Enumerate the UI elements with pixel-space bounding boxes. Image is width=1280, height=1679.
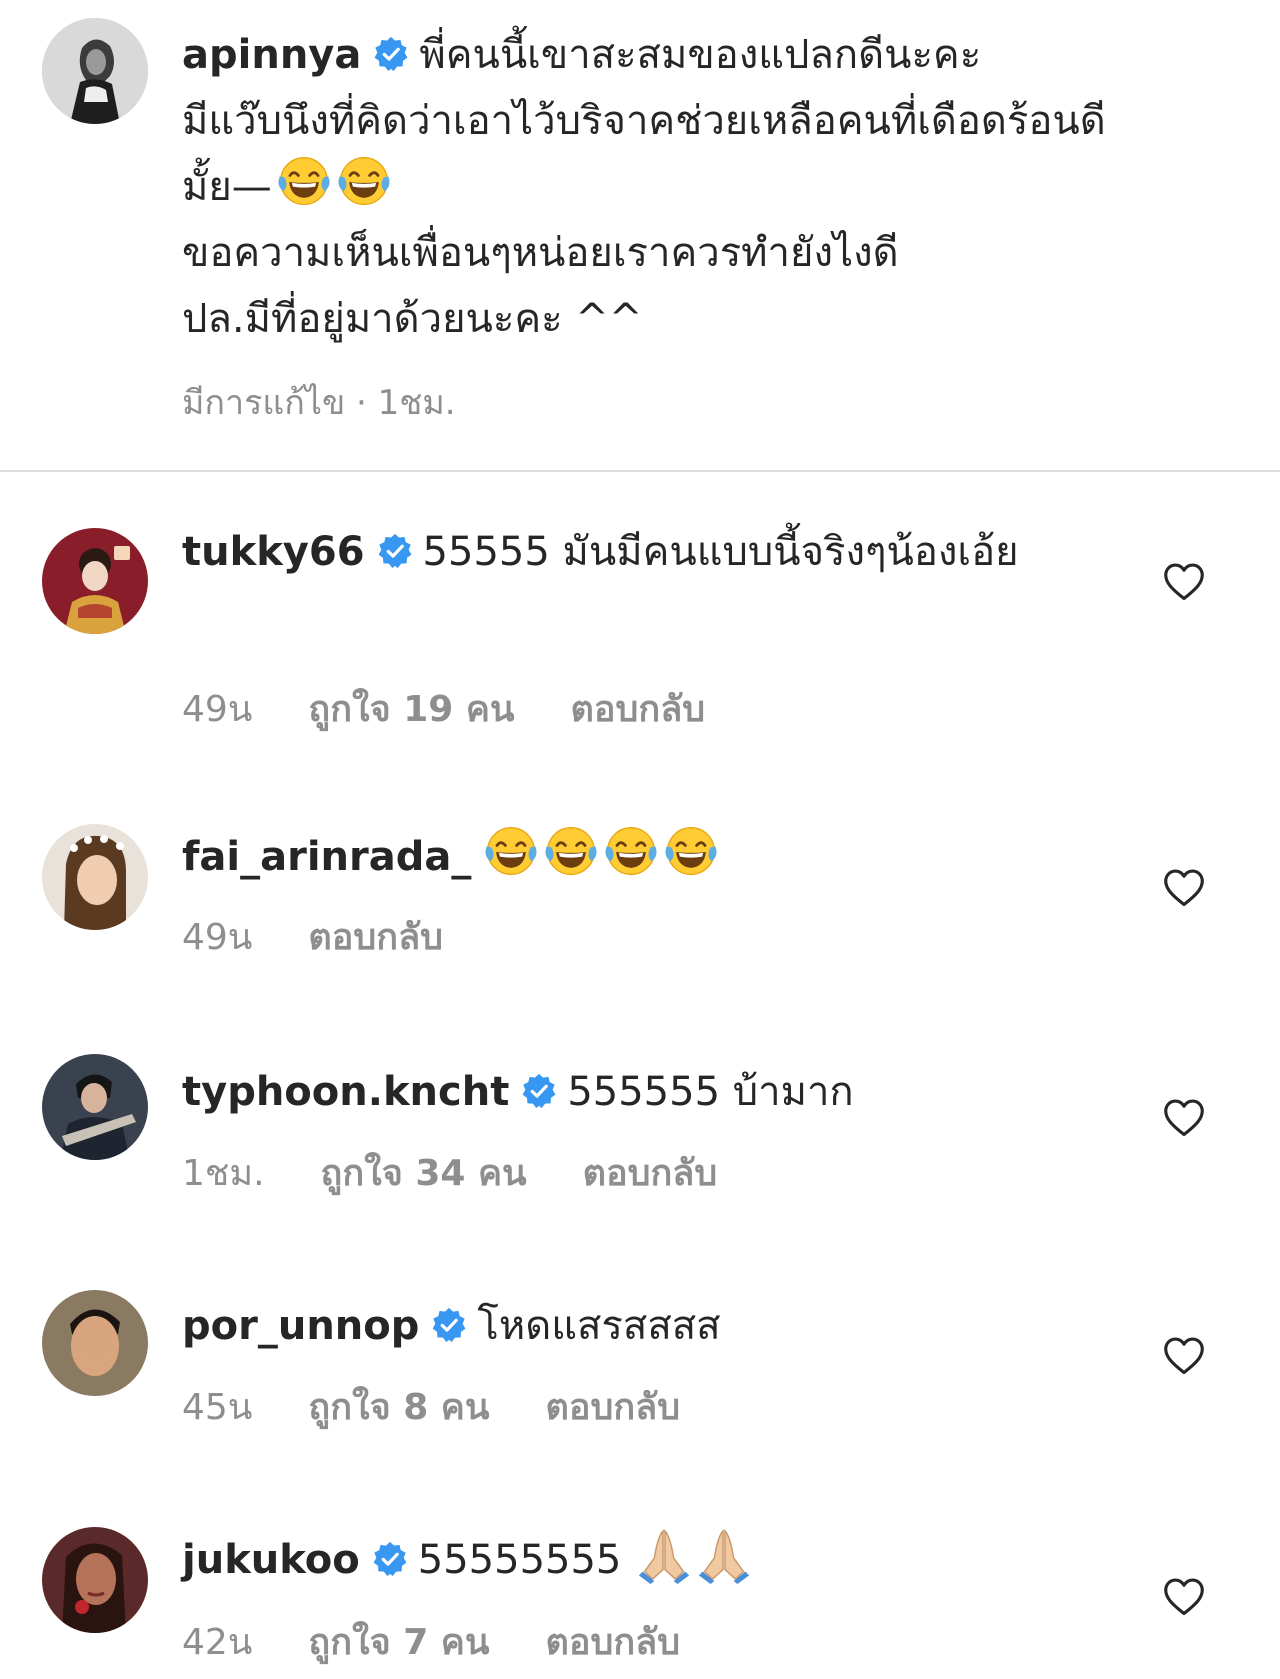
comment-username[interactable]: fai_arinrada_ — [182, 834, 471, 880]
caption-line: มีแว๊บนึงที่คิดว่าเอาไว้บริจาคช่วยเหลือค… — [182, 98, 1106, 144]
comment-meta: 49น ตอบกลับ — [182, 908, 499, 965]
verified-badge-icon — [372, 1541, 408, 1577]
face-with-tears-of-joy-emoji — [543, 824, 599, 880]
comment-likes[interactable]: ถูกใจ 19 คน — [308, 689, 514, 730]
heart-outline-icon[interactable] — [1163, 868, 1205, 908]
comment-username[interactable]: tukky66 — [182, 529, 365, 575]
avatar[interactable] — [42, 1527, 148, 1633]
reply-button[interactable]: ตอบกลับ — [546, 1622, 681, 1663]
face-with-tears-of-joy-emoji — [603, 824, 659, 880]
comment-meta: 1ชม. ถูกใจ 34 คน ตอบกลับ — [182, 1144, 773, 1201]
reply-button[interactable]: ตอบกลับ — [308, 917, 443, 958]
avatar[interactable] — [42, 1054, 148, 1160]
heart-outline-icon[interactable] — [1163, 1098, 1205, 1138]
heart-outline-icon[interactable] — [1163, 562, 1205, 602]
verified-badge-icon — [373, 36, 409, 72]
reply-button[interactable]: ตอบกลับ — [546, 1387, 681, 1428]
face-with-tears-of-joy-emoji — [336, 154, 392, 210]
face-with-tears-of-joy-emoji — [483, 824, 539, 880]
comment-time: 49น — [182, 689, 253, 730]
caption-edited-label: มีการแก้ไข · 1ชม. — [182, 383, 456, 423]
comment-body: typhoon.kncht 555555 บ้ามาก — [182, 1060, 1102, 1124]
face-with-tears-of-joy-emoji — [663, 824, 719, 880]
caption-line: ขอความเห็นเพื่อนๆหน่อยเราควรทำยังไงดี — [182, 230, 899, 276]
avatar[interactable] — [42, 824, 148, 930]
caption-line: ปล.มีที่อยู่มาด้วยนะคะ ^^ — [182, 296, 643, 342]
comment-meta: 49น ถูกใจ 19 คน ตอบกลับ — [182, 680, 761, 737]
post-caption: apinnya พี่คนนี้เขาสะสมของแปลกดีนะคะ มีแว… — [0, 0, 1280, 470]
heart-outline-icon[interactable] — [1163, 1577, 1205, 1617]
folded-hands-emoji — [635, 1527, 693, 1585]
comment-body: por_unnop โหดแสรสสสส — [182, 1294, 1102, 1358]
verified-badge-icon — [521, 1073, 557, 1109]
caption-text: apinnya พี่คนนี้เขาสะสมของแปลกดีนะคะ มีแว… — [182, 22, 1222, 352]
comment-text: 555555 บ้ามาก — [567, 1069, 854, 1115]
comment-likes[interactable]: ถูกใจ 34 คน — [321, 1153, 527, 1194]
caption-username[interactable]: apinnya — [182, 32, 361, 78]
comment-text: 55555 มันมีคนแบบนี้จริงๆน้องเอ้ย — [422, 529, 1019, 575]
reply-button[interactable]: ตอบกลับ — [583, 1153, 718, 1194]
heart-outline-icon[interactable] — [1163, 1336, 1205, 1376]
comment-time: 42น — [182, 1622, 253, 1663]
comment-likes[interactable]: ถูกใจ 7 คน — [308, 1622, 489, 1663]
comment-item: por_unnop โหดแสรสสสส 45น ถูกใจ 8 คน ตอบกลับ — [0, 1290, 1280, 1430]
caption-line: มั้ย— — [182, 164, 272, 210]
caption-line: พี่คนนี้เขาสะสมของแปลกดีนะคะ — [419, 32, 982, 78]
verified-badge-icon — [431, 1307, 467, 1343]
comment-item: typhoon.kncht 555555 บ้ามาก 1ชม. ถูกใจ 34 … — [0, 1054, 1280, 1194]
avatar[interactable] — [42, 1290, 148, 1396]
reply-button[interactable]: ตอบกลับ — [571, 689, 706, 730]
comment-time: 1ชม. — [182, 1153, 265, 1194]
comment-time: 45น — [182, 1387, 253, 1428]
verified-badge-icon — [377, 533, 413, 569]
comment-meta: 45น ถูกใจ 8 คน ตอบกลับ — [182, 1378, 736, 1435]
folded-hands-emoji — [695, 1527, 753, 1585]
avatar[interactable] — [42, 18, 148, 124]
comment-item: fai_arinrada_ 49น ตอบกลับ — [0, 818, 1280, 958]
avatar[interactable] — [42, 528, 148, 634]
comment-body: tukky66 55555 มันมีคนแบบนี้จริงๆน้องเอ้ย — [182, 520, 1102, 584]
comment-body: fai_arinrada_ — [182, 824, 1102, 889]
comment-meta: 42น ถูกใจ 7 คน ตอบกลับ — [182, 1613, 736, 1670]
comment-text: โหดแสรสสสส — [477, 1303, 721, 1349]
comment-item: jukukoo 55555555 42น ถูกใจ 7 คน ตอบกลับ — [0, 1525, 1280, 1675]
comment-body: jukukoo 55555555 — [182, 1527, 1102, 1592]
comment-username[interactable]: por_unnop — [182, 1303, 419, 1349]
comment-item: tukky66 55555 มันมีคนแบบนี้จริงๆน้องเอ้ย … — [0, 520, 1280, 730]
comment-text: 55555555 — [417, 1537, 622, 1583]
comment-username[interactable]: jukukoo — [182, 1537, 360, 1583]
comment-time: 49น — [182, 917, 253, 958]
face-with-tears-of-joy-emoji — [276, 154, 332, 210]
comment-username[interactable]: typhoon.kncht — [182, 1069, 509, 1115]
divider — [0, 470, 1280, 472]
comment-likes[interactable]: ถูกใจ 8 คน — [308, 1387, 489, 1428]
